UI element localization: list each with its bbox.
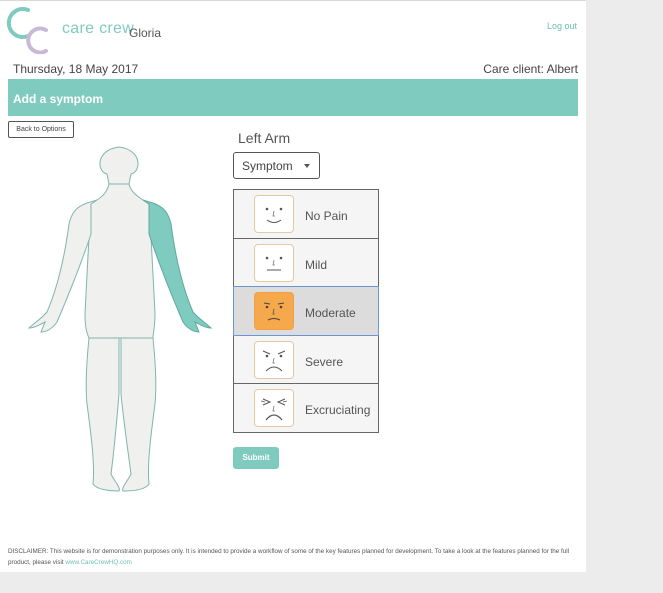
symptom-dropdown-label: Symptom bbox=[242, 159, 293, 173]
selected-region-title: Left Arm bbox=[238, 130, 291, 146]
mild-face-icon bbox=[254, 243, 294, 282]
submit-button[interactable]: Submit bbox=[233, 447, 279, 469]
pain-option-label: Severe bbox=[305, 354, 344, 369]
page-title: Add a symptom bbox=[13, 92, 104, 106]
disclaimer-heading: DISCLAIMER: bbox=[8, 548, 49, 555]
moderate-face-icon bbox=[254, 292, 294, 331]
pain-option-no-pain[interactable]: No Pain bbox=[233, 189, 379, 239]
pain-option-severe[interactable]: Severe bbox=[233, 334, 379, 385]
body-region-right-leg[interactable] bbox=[85, 337, 120, 492]
user-name: Gloria bbox=[129, 26, 162, 40]
disclaimer: DISCLAIMER: This website is for demonstr… bbox=[8, 546, 580, 568]
pain-option-excruciating[interactable]: Excruciating bbox=[233, 383, 379, 433]
page-banner: Add a symptom bbox=[8, 79, 578, 116]
body-map bbox=[27, 146, 213, 492]
pain-level-list: No Pain Mild Moderate Severe Excruciatin… bbox=[233, 189, 379, 433]
chevron-down-icon bbox=[304, 164, 310, 168]
severe-face-icon bbox=[254, 340, 294, 379]
pain-option-label: Moderate bbox=[305, 306, 356, 321]
symptom-dropdown[interactable]: Symptom bbox=[233, 152, 320, 179]
back-to-options-button[interactable]: Back to Options bbox=[8, 121, 74, 138]
no-pain-face-icon bbox=[254, 195, 294, 233]
pain-option-label: Mild bbox=[305, 257, 328, 272]
care-client: Care client: Albert bbox=[483, 62, 578, 76]
pain-option-mild[interactable]: Mild bbox=[233, 237, 379, 288]
current-date: Thursday, 18 May 2017 bbox=[13, 62, 139, 76]
carecrew-website-link[interactable]: www.CareCrewHQ.com bbox=[65, 559, 131, 566]
pain-option-label: Excruciating bbox=[305, 403, 371, 418]
excruciating-face-icon bbox=[254, 389, 294, 428]
brand-name: care crew bbox=[62, 20, 135, 37]
pain-option-label: No Pain bbox=[305, 209, 348, 223]
body-region-head[interactable] bbox=[99, 146, 139, 185]
care-crew-logo-icon bbox=[6, 7, 48, 54]
body-region-left-leg[interactable] bbox=[120, 337, 157, 492]
body-region-torso[interactable] bbox=[84, 183, 156, 339]
pain-option-moderate[interactable]: Moderate bbox=[233, 286, 379, 336]
page: care crew Gloria Log out Thursday, 18 Ma… bbox=[0, 0, 586, 572]
logout-link[interactable]: Log out bbox=[547, 21, 577, 31]
